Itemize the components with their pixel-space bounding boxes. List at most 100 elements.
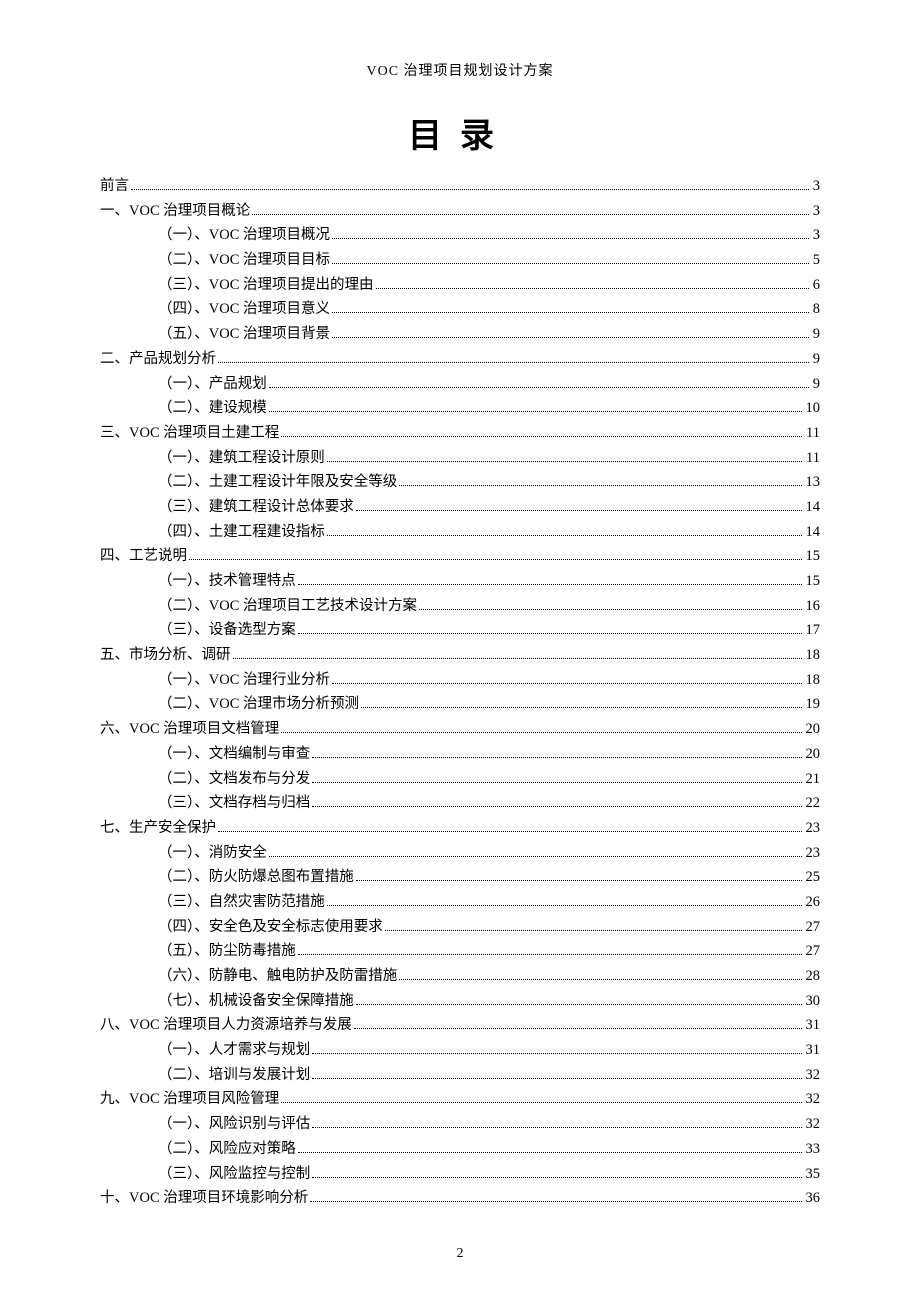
toc-entry[interactable]: （一）、文档编制与审查 20 <box>100 747 820 762</box>
toc-entry[interactable]: （二）、VOC 治理市场分析预测 19 <box>100 697 820 712</box>
toc-leader-dots <box>281 732 801 733</box>
toc-entry[interactable]: 一、VOC 治理项目概论3 <box>100 204 820 219</box>
page-number: 2 <box>0 1246 920 1262</box>
toc-entry-page: 19 <box>806 697 821 712</box>
toc-entry[interactable]: （一）、产品规划9 <box>100 377 820 392</box>
toc-entry-page: 15 <box>806 574 821 589</box>
toc-entry[interactable]: （一）、人才需求与规划 31 <box>100 1043 820 1058</box>
toc-entry[interactable]: （三）、风险监控与控制35 <box>100 1167 820 1182</box>
toc-entry-page: 32 <box>806 1092 821 1107</box>
toc-entry[interactable]: 二、产品规划分析9 <box>100 352 820 367</box>
toc-leader-dots <box>354 1028 802 1029</box>
toc-entry[interactable]: （二）、VOC 治理项目工艺技术设计方案16 <box>100 599 820 614</box>
toc-entry-label: （二）、文档发布与分发 <box>158 772 310 787</box>
toc-entry[interactable]: （一）、建筑工程设计原则 11 <box>100 451 820 466</box>
toc-entry[interactable]: 十、VOC 治理项目环境影响分析36 <box>100 1191 820 1206</box>
toc-leader-dots <box>312 782 801 783</box>
toc-entry[interactable]: （二）、文档发布与分发21 <box>100 772 820 787</box>
toc-entry-page: 13 <box>806 475 821 490</box>
toc-entry-page: 32 <box>806 1068 821 1083</box>
toc-leader-dots <box>298 954 802 955</box>
toc-entry[interactable]: （二）、建设规模 10 <box>100 401 820 416</box>
toc-entry-label: （一）、文档编制与审查 <box>158 747 310 762</box>
toc-entry[interactable]: （一）、技术管理特点 15 <box>100 574 820 589</box>
toc-entry-page: 11 <box>806 426 820 441</box>
toc-entry-page: 28 <box>806 969 821 984</box>
toc-entry-label: （一）、风险识别与评估 <box>158 1117 310 1132</box>
toc-entry[interactable]: 六、VOC 治理项目文档管理20 <box>100 722 820 737</box>
toc-leader-dots <box>327 461 802 462</box>
toc-entry[interactable]: （一）、VOC 治理项目概况3 <box>100 228 820 243</box>
toc-entry-label: （一）、技术管理特点 <box>158 574 296 589</box>
toc-entry-page: 30 <box>806 994 821 1009</box>
toc-entry-page: 9 <box>813 327 820 342</box>
toc-entry-label: （四）、VOC 治理项目意义 <box>158 302 330 317</box>
toc-entry[interactable]: （四）、VOC 治理项目意义 8 <box>100 302 820 317</box>
toc-entry-label: 八、VOC 治理项目人力资源培养与发展 <box>100 1018 352 1033</box>
toc-entry[interactable]: （六）、防静电、触电防护及防雷措施 28 <box>100 969 820 984</box>
toc-entry-label: （二）、VOC 治理市场分析预测 <box>158 697 359 712</box>
toc-entry[interactable]: （五）、VOC 治理项目背景 9 <box>100 327 820 342</box>
toc-entry[interactable]: （一）、VOC 治理行业分析 18 <box>100 673 820 688</box>
toc-entry-label: （一）、建筑工程设计原则 <box>158 451 325 466</box>
toc-leader-dots <box>281 436 802 437</box>
toc-entry-label: （四）、土建工程建设指标 <box>158 525 325 540</box>
toc-entry-label: （三）、VOC 治理项目提出的理由 <box>158 278 374 293</box>
toc-entry-page: 14 <box>806 500 821 515</box>
toc-leader-dots <box>252 214 809 215</box>
toc-leader-dots <box>298 584 802 585</box>
toc-entry-page: 32 <box>806 1117 821 1132</box>
table-of-contents: 前言3 一、VOC 治理项目概论3 （一）、VOC 治理项目概况3 （二）、VOC 治… <box>100 179 820 1206</box>
toc-entry-label: （七）、机械设备安全保障措施 <box>158 994 354 1009</box>
toc-entry-label: （一）、VOC 治理行业分析 <box>158 673 330 688</box>
toc-title: 目录 <box>100 108 820 157</box>
document-page: VOC 治理项目规划设计方案 目录 前言3一、VOC 治理项目概论3（一）、VO… <box>0 0 920 1302</box>
toc-leader-dots <box>233 658 802 659</box>
toc-entry-page: 11 <box>806 451 820 466</box>
toc-entry[interactable]: （三）、设备选型方案17 <box>100 623 820 638</box>
toc-entry-page: 20 <box>806 722 821 737</box>
toc-entry-page: 18 <box>806 673 821 688</box>
toc-entry[interactable]: （四）、安全色及安全标志使用要求27 <box>100 920 820 935</box>
toc-entry-page: 8 <box>813 302 820 317</box>
toc-entry-page: 25 <box>806 870 821 885</box>
toc-entry[interactable]: （一）、消防安全23 <box>100 846 820 861</box>
toc-entry-label: （三）、自然灾害防范措施 <box>158 895 325 910</box>
toc-entry-page: 20 <box>806 747 821 762</box>
toc-entry[interactable]: （二）、VOC 治理项目目标5 <box>100 253 820 268</box>
toc-entry-label: （六）、防静电、触电防护及防雷措施 <box>158 969 397 984</box>
toc-entry-page: 26 <box>806 895 821 910</box>
toc-entry-label: 四、工艺说明 <box>100 549 187 564</box>
toc-entry-page: 31 <box>806 1043 821 1058</box>
toc-entry[interactable]: （二）、防火防爆总图布置措施25 <box>100 870 820 885</box>
toc-entry-label: 三、VOC 治理项目土建工程 <box>100 426 279 441</box>
toc-entry[interactable]: （三）、VOC 治理项目提出的理由6 <box>100 278 820 293</box>
toc-entry-label: （二）、建设规模 <box>158 401 267 416</box>
toc-entry-label: 二、产品规划分析 <box>100 352 216 367</box>
toc-entry[interactable]: （二）、土建工程设计年限及安全等级13 <box>100 475 820 490</box>
toc-entry[interactable]: 三、VOC 治理项目土建工程 11 <box>100 426 820 441</box>
toc-entry-label: 五、市场分析、调研 <box>100 648 231 663</box>
toc-entry-label: （一）、人才需求与规划 <box>158 1043 310 1058</box>
toc-entry-page: 10 <box>806 401 821 416</box>
toc-leader-dots <box>361 707 802 708</box>
toc-entry[interactable]: （一）、风险识别与评估 32 <box>100 1117 820 1132</box>
toc-entry[interactable]: （二）、风险应对策略33 <box>100 1142 820 1157</box>
toc-entry[interactable]: （二）、培训与发展计划32 <box>100 1068 820 1083</box>
toc-entry[interactable]: （五）、防尘防毒措施27 <box>100 944 820 959</box>
toc-leader-dots <box>332 312 809 313</box>
toc-entry[interactable]: 四、工艺说明15 <box>100 549 820 564</box>
toc-entry[interactable]: 八、VOC 治理项目人力资源培养与发展31 <box>100 1018 820 1033</box>
toc-entry[interactable]: （三）、自然灾害防范措施 26 <box>100 895 820 910</box>
toc-entry-label: （五）、VOC 治理项目背景 <box>158 327 330 342</box>
toc-entry[interactable]: （七）、机械设备安全保障措施 30 <box>100 994 820 1009</box>
toc-entry[interactable]: （三）、文档存档与归档22 <box>100 796 820 811</box>
toc-entry[interactable]: 前言3 <box>100 179 820 194</box>
toc-entry[interactable]: 七、生产安全保护23 <box>100 821 820 836</box>
toc-leader-dots <box>269 387 809 388</box>
toc-entry[interactable]: （四）、土建工程建设指标14 <box>100 525 820 540</box>
toc-entry-label: 九、VOC 治理项目风险管理 <box>100 1092 279 1107</box>
toc-entry[interactable]: （三）、建筑工程设计总体要求14 <box>100 500 820 515</box>
toc-entry[interactable]: 五、市场分析、调研18 <box>100 648 820 663</box>
toc-entry[interactable]: 九、VOC 治理项目风险管理 32 <box>100 1092 820 1107</box>
